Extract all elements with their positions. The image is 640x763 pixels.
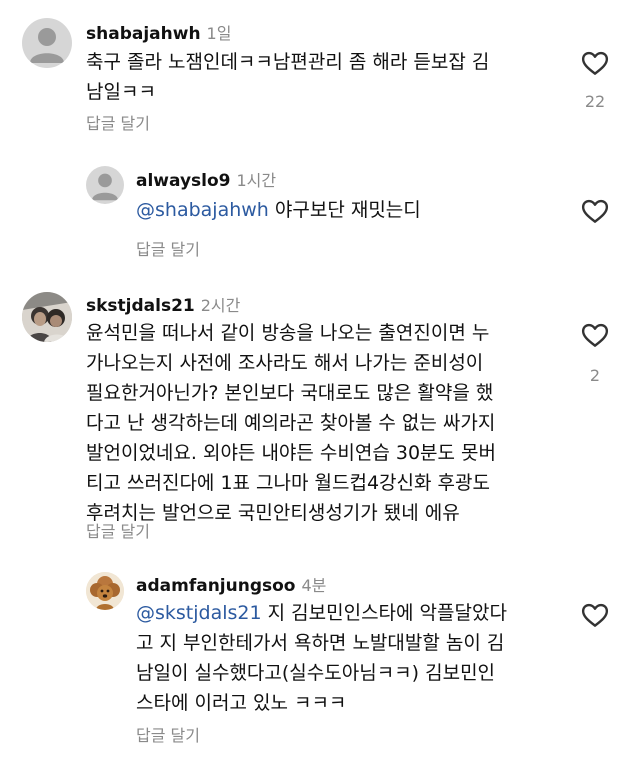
comment-time: 1시간 bbox=[236, 171, 277, 190]
username-alwayslo9[interactable]: alwayslo9 1시간 bbox=[136, 167, 276, 191]
default-avatar-icon bbox=[92, 173, 118, 201]
comment-line: 고 지 부인한테가서 욕하면 노발대발할 놈이 김 bbox=[136, 632, 505, 654]
username-adamfanjungsoo[interactable]: adamfanjungsoo 4분 bbox=[136, 572, 326, 596]
reply-button[interactable]: 답글 달기 bbox=[136, 236, 200, 260]
reply-button[interactable]: 답글 달기 bbox=[86, 110, 150, 134]
mention-link[interactable]: @skstjdals21 bbox=[136, 602, 262, 624]
comment-time: 4분 bbox=[301, 576, 327, 595]
photo-avatar[interactable] bbox=[22, 292, 72, 342]
username-shabajahwh[interactable]: shabajahwh 1일 bbox=[86, 20, 231, 44]
comment-text: @shabajahwh 야구보단 재밋는디 bbox=[136, 199, 421, 221]
heart-icon[interactable] bbox=[580, 320, 610, 350]
comment-line: 후려치는 발언으로 국민안티생성기가 됐네 에유 bbox=[86, 502, 460, 524]
reply-button[interactable]: 답글 달기 bbox=[86, 518, 150, 542]
mention-link[interactable]: @shabajahwh bbox=[136, 199, 269, 221]
comment-line: 축구 졸라 노잼인데ㅋㅋ남편관리 좀 해라 듣보잡 김 bbox=[86, 51, 490, 73]
comment-text: @skstjdals21 지 김보민인스타에 악플달았다 고 지 부인한테가서 … bbox=[136, 598, 566, 718]
avatar-alwayslo9[interactable] bbox=[86, 166, 124, 204]
default-avatar-icon bbox=[30, 28, 64, 63]
comment-line: 필요한거아닌가? 본인보다 국대로도 많은 활약을 했 bbox=[86, 382, 494, 404]
comment-line: 남일ㅋㅋ bbox=[86, 81, 156, 103]
comment-line: 스타에 이러고 있노 ㅋㅋㅋ bbox=[136, 692, 347, 714]
comment-time: 1일 bbox=[206, 24, 232, 43]
comment-line: 발언이었네요. 외야든 내야든 수비연습 30분도 못버 bbox=[86, 442, 497, 464]
heart-icon[interactable] bbox=[580, 600, 610, 630]
comment-text: 축구 졸라 노잼인데ㅋㅋ남편관리 좀 해라 듣보잡 김 남일ㅋㅋ bbox=[86, 47, 556, 107]
comment-line: 남일이 실수했다고(실수도아님ㅋㅋ) 김보민인 bbox=[136, 662, 496, 684]
reply-button[interactable]: 답글 달기 bbox=[136, 722, 200, 746]
like-count: 22 bbox=[584, 92, 606, 111]
comment-line: 다고 난 생각하는데 예의라곤 찾아볼 수 없는 싸가지 bbox=[86, 412, 496, 434]
heart-icon[interactable] bbox=[580, 48, 610, 78]
avatar-shabajahwh[interactable] bbox=[22, 18, 72, 68]
comment-line: 윤석민을 떠나서 같이 방송을 나오는 출연진이면 누 bbox=[86, 322, 490, 344]
username-skstjdals21[interactable]: skstjdals21 2시간 bbox=[86, 292, 240, 316]
heart-icon[interactable] bbox=[580, 196, 610, 226]
comment-line: 가나오는지 사전에 조사라도 해서 나가는 준비성이 bbox=[86, 352, 484, 374]
poodle-avatar[interactable] bbox=[86, 572, 124, 610]
comment-line: @skstjdals21 지 김보민인스타에 악플달았다 bbox=[136, 602, 507, 624]
like-count: 2 bbox=[589, 366, 601, 385]
comment-text: 윤석민을 떠나서 같이 방송을 나오는 출연진이면 누 가나오는지 사전에 조사… bbox=[86, 318, 566, 528]
comment-line: 티고 쓰러진다에 1표 그나마 월드컵4강신화 후광도 bbox=[86, 472, 490, 494]
comment-time: 2시간 bbox=[200, 296, 241, 315]
